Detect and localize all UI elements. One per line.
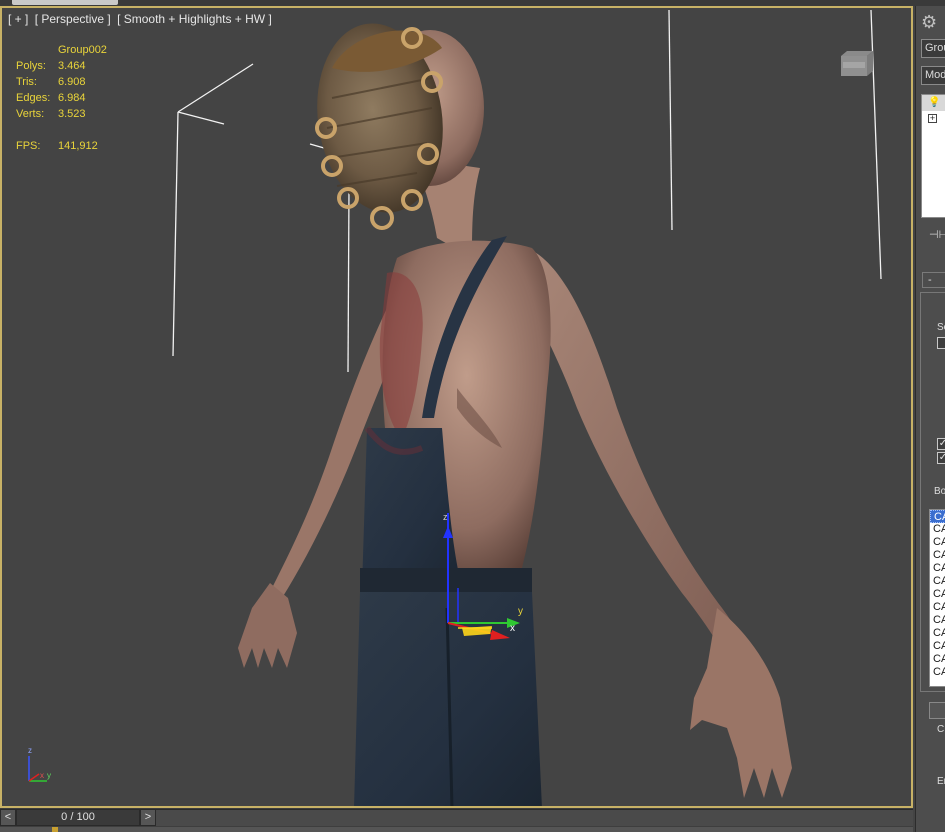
bone-list-item[interactable]: CA xyxy=(930,536,945,549)
panel-button[interactable] xyxy=(929,702,945,719)
bone-list-item[interactable]: CA xyxy=(930,562,945,575)
expand-plus-icon[interactable]: + xyxy=(928,114,937,123)
tris-label: Tris: xyxy=(16,76,37,88)
bone-list-item[interactable]: CA xyxy=(930,523,945,536)
bone-list-item[interactable]: CA xyxy=(930,575,945,588)
option-checkbox-2[interactable]: ✓ xyxy=(937,438,945,450)
viewcube-icon[interactable] xyxy=(837,48,877,78)
bone-list-item[interactable]: CA xyxy=(930,510,945,523)
prev-frame-button[interactable]: < xyxy=(0,809,16,826)
option-checkbox-3[interactable]: ✓ xyxy=(937,452,945,464)
world-axis-tripod: z x y xyxy=(28,746,51,782)
viewport-plus-menu[interactable]: [ + ] xyxy=(8,12,28,26)
viewport-label-menu[interactable]: [ + ] [ Perspective ] [ Smooth + Highlig… xyxy=(8,12,275,26)
option-checkbox-1[interactable] xyxy=(937,337,945,349)
character-model xyxy=(238,23,792,806)
gizmo-x-label: x xyxy=(510,623,515,634)
bottom-label-2: Er xyxy=(937,776,945,787)
object-name-field[interactable]: Grou xyxy=(921,39,945,58)
tripod-y-label: y xyxy=(47,771,51,780)
bone-list-item[interactable]: CA xyxy=(930,614,945,627)
bone-list-item[interactable]: CA xyxy=(930,627,945,640)
timeline-ruler[interactable] xyxy=(0,827,913,832)
verts-value: 3.523 xyxy=(58,108,86,120)
fps-value: 141,912 xyxy=(58,140,98,152)
bone-list-item[interactable]: CA xyxy=(930,601,945,614)
time-slider-track[interactable] xyxy=(156,809,913,826)
tris-value: 6.908 xyxy=(58,76,86,88)
viewport-shading-menu[interactable]: [ Smooth + Highlights + HW ] xyxy=(117,12,272,26)
active-tab[interactable] xyxy=(12,0,118,5)
modifier-stack[interactable]: 💡 + xyxy=(921,94,945,218)
section-label: Se xyxy=(937,322,945,333)
verts-label: Verts: xyxy=(16,108,45,120)
bone-list-item[interactable]: CA xyxy=(930,666,945,679)
bones-list[interactable]: CACACACACACACACACACACACACA xyxy=(929,509,945,687)
bone-list-item[interactable]: CA xyxy=(930,640,945,653)
edges-label: Edges: xyxy=(16,92,51,104)
viewport-statistics: Group002 Polys: 3.464 Tris: 6.908 Edges: 6.… xyxy=(16,42,107,154)
perspective-viewport[interactable]: y x z z x y [ + ] [ Perspective ] [ Smoo… xyxy=(0,6,913,808)
modifier-list-dropdown[interactable]: Mod xyxy=(921,66,945,85)
bone-list-item[interactable]: CA xyxy=(930,588,945,601)
current-frame-marker[interactable] xyxy=(52,827,58,832)
polys-value: 3.464 xyxy=(58,60,86,72)
stats-object-name: Group002 xyxy=(58,44,107,56)
bone-list-item[interactable]: CA xyxy=(930,549,945,562)
time-slider[interactable]: < 0 / 100 > xyxy=(0,808,913,832)
frame-counter[interactable]: 0 / 100 xyxy=(16,809,140,826)
polys-label: Polys: xyxy=(16,60,46,72)
pin-stack-icon[interactable]: ⊣⊢ xyxy=(929,228,945,241)
gear-icon[interactable]: ⚙ xyxy=(921,12,941,32)
tripod-x-label: x xyxy=(40,771,44,780)
rollout-collapse-button[interactable]: - xyxy=(922,272,945,288)
next-frame-button[interactable]: > xyxy=(140,809,156,826)
gizmo-z-label: z xyxy=(443,512,448,522)
edges-value: 6.984 xyxy=(58,92,86,104)
command-panel: ⚙ Grou Mod 💡 + ⊣⊢ - Se ✓ ✓ Bo CACACACACA… xyxy=(915,6,945,832)
bottom-label-1: C xyxy=(937,724,945,735)
bones-label: Bo xyxy=(934,486,945,497)
lightbulb-icon[interactable]: 💡 xyxy=(928,98,940,108)
scene-canvas[interactable]: y x z z x y xyxy=(2,8,913,808)
tripod-z-label: z xyxy=(28,746,32,755)
fps-label: FPS: xyxy=(16,140,41,152)
viewport-pov-menu[interactable]: [ Perspective ] xyxy=(35,12,111,26)
gizmo-y-label: y xyxy=(518,606,523,617)
bone-list-item[interactable]: CA xyxy=(930,653,945,666)
